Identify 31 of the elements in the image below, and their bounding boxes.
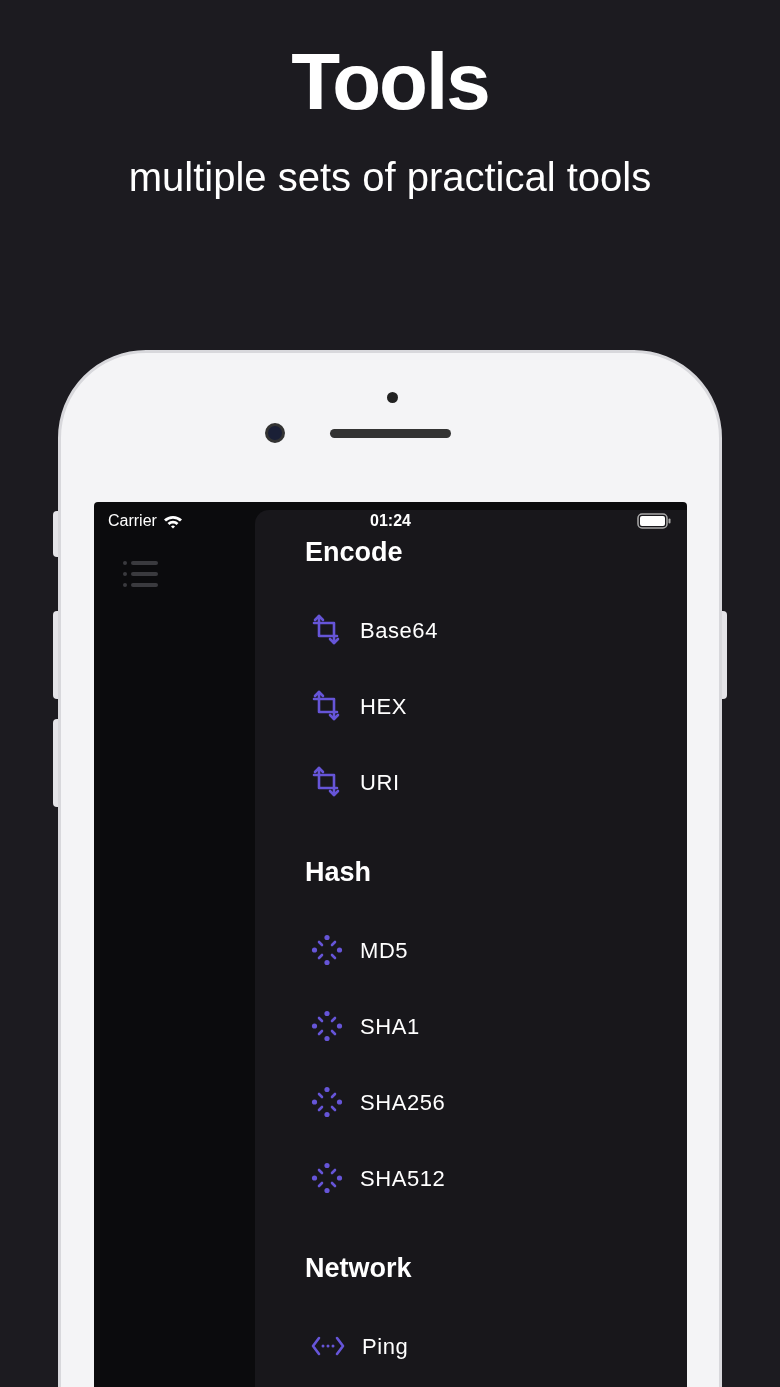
wifi-icon — [162, 513, 183, 529]
loading-spinner-icon — [311, 1010, 343, 1042]
subtitle: multiple sets of practical tools — [128, 154, 652, 201]
tool-list-item[interactable]: SHA256 — [305, 1064, 687, 1140]
tool-list-item[interactable]: Ping — [305, 1308, 687, 1384]
tool-name: SHA512 — [360, 1164, 446, 1193]
section-heading: Hash — [305, 856, 373, 888]
tool-list-item[interactable]: Base64 — [305, 592, 687, 668]
tool-name: SHA256 — [360, 1088, 446, 1117]
tool-list-item[interactable]: HEX — [305, 668, 687, 744]
loading-spinner-icon — [311, 934, 343, 966]
battery-icon — [637, 513, 671, 529]
tool-list-item[interactable]: SHA1 — [305, 988, 687, 1064]
tool-list-item[interactable]: MD5 — [305, 912, 687, 988]
tool-name: SHA1 — [360, 1012, 420, 1041]
camera — [265, 423, 285, 443]
carrier-label: Carrier — [108, 511, 157, 531]
tool-name: MD5 — [360, 936, 409, 965]
tool-name: HEX — [360, 692, 407, 721]
clock-time: 01:24 — [370, 511, 411, 531]
tool-list-item[interactable]: SHA512 — [305, 1140, 687, 1216]
section-heading: Network — [305, 1252, 413, 1284]
loading-spinner-icon — [311, 1086, 343, 1118]
menu-icon[interactable] — [122, 560, 158, 588]
tool-list-item[interactable]: URI — [305, 744, 687, 820]
tool-name: URI — [360, 768, 400, 797]
tool-name: Base64 — [360, 616, 438, 645]
loading-spinner-icon — [311, 1162, 343, 1194]
headline: Tools — [291, 36, 489, 128]
tool-name: Ping — [362, 1332, 409, 1361]
section-heading: Encode — [305, 536, 404, 568]
